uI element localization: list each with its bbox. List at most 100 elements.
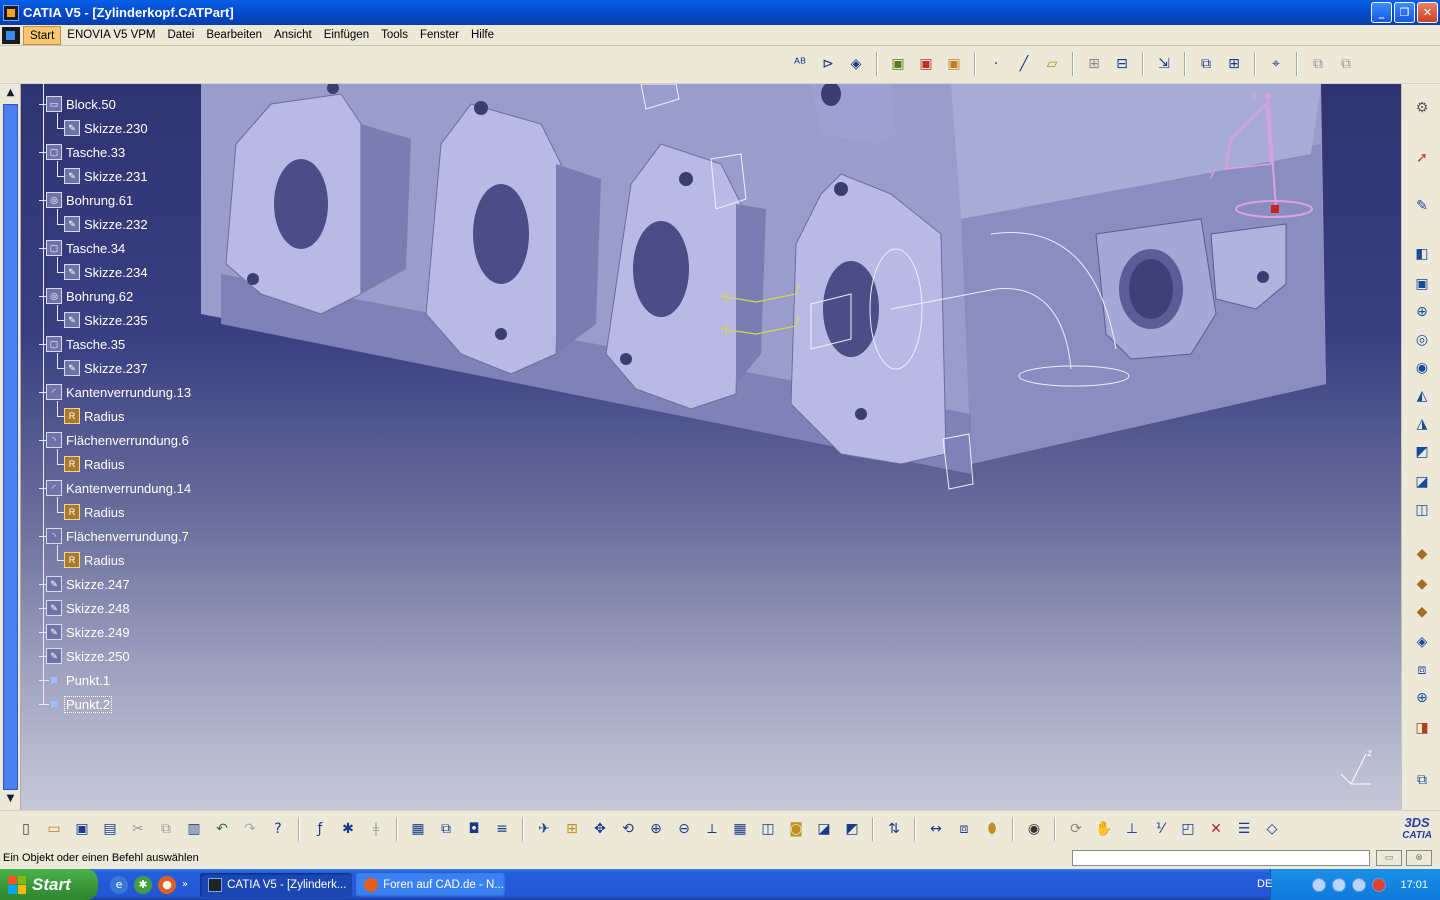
layers-icon[interactable]: ☰ <box>1232 817 1256 841</box>
tree-node[interactable]: Punkt.1 <box>46 669 111 691</box>
scale-icon[interactable]: ⅟ <box>1148 817 1172 841</box>
pad-icon[interactable]: ◧ <box>1410 242 1434 266</box>
fillet-icon[interactable]: ◪ <box>1410 470 1434 494</box>
tree-node[interactable]: ◝ Flächenverrundung.7 <box>46 525 190 547</box>
split-icon[interactable]: ◆ <box>1410 542 1434 566</box>
help-icon[interactable]: ? <box>266 817 290 841</box>
tree-node[interactable]: ✎ Skizze.249 <box>46 621 131 643</box>
undo-icon[interactable]: ↶ <box>210 817 234 841</box>
chamfer-icon[interactable]: ◫ <box>1410 498 1434 522</box>
minimize-button[interactable]: _ <box>1371 2 1392 23</box>
language-indicator[interactable]: DE <box>1257 878 1272 890</box>
graph-icon[interactable]: ⧉ <box>434 817 458 841</box>
catalog-edit-icon[interactable]: ▣ <box>942 52 966 76</box>
plane-icon[interactable]: ▱ <box>1040 52 1064 76</box>
tree-node[interactable]: ✎ Skizze.234 <box>64 261 149 283</box>
redo-icon[interactable]: ↷ <box>238 817 262 841</box>
tree-node[interactable]: R Radius <box>64 405 125 427</box>
formula-icon[interactable]: ƒ <box>308 817 332 841</box>
refresh-icon[interactable]: ⟳ <box>1064 817 1088 841</box>
tree-node[interactable]: ◎ Bohrung.61 <box>46 189 134 211</box>
apply-material-icon[interactable]: ◈ <box>844 52 868 76</box>
shaft-icon[interactable]: ⊕ <box>1410 300 1434 324</box>
menu-fenster[interactable]: Fenster <box>414 26 465 45</box>
tree-node[interactable]: ◝ Flächenverrundung.6 <box>46 429 190 451</box>
task-firefox[interactable]: Foren auf CAD.de - N... <box>356 872 507 897</box>
catalog-icon[interactable]: ▣ <box>914 52 938 76</box>
restore-button[interactable]: ❐ <box>1394 2 1415 23</box>
line-icon[interactable]: ╱ <box>1012 52 1036 76</box>
shading-icon[interactable]: ◙ <box>784 817 808 841</box>
capture-icon[interactable]: ◉ <box>1022 817 1046 841</box>
stiffener-icon[interactable]: ◩ <box>1410 440 1434 464</box>
rotate-icon[interactable]: ⟲ <box>616 817 640 841</box>
groove-icon[interactable]: ◎ <box>1410 328 1434 352</box>
display-mode-icon[interactable]: ◰ <box>1176 817 1200 841</box>
measure-between-icon[interactable]: ↔ <box>924 817 948 841</box>
normal-view-icon[interactable]: ⟂ <box>700 817 724 841</box>
update-icon[interactable]: ⇅ <box>882 817 906 841</box>
knowledge-icon[interactable]: ✱ <box>336 817 360 841</box>
tree-node[interactable]: ◜ Kantenverrundung.14 <box>46 477 192 499</box>
boolean-icon[interactable]: ◨ <box>1410 716 1434 740</box>
tree-node[interactable]: ✎ Skizze.235 <box>64 309 149 331</box>
scroll-down-icon[interactable]: ▼ <box>3 792 18 806</box>
network-icon[interactable] <box>1312 877 1327 892</box>
measure-item-icon[interactable]: ⧈ <box>952 817 976 841</box>
menu-datei[interactable]: Datei <box>162 26 201 45</box>
sketcher-icon[interactable]: ✎ <box>1410 194 1434 218</box>
task-catia[interactable]: CATIA V5 - [Zylinderk... <box>200 872 353 897</box>
scroll-thumb[interactable] <box>3 104 18 790</box>
text-annotation-icon[interactable]: ᴬᴮ <box>788 52 812 76</box>
properties-icon[interactable]: ◇ <box>1260 817 1284 841</box>
hole-icon[interactable]: ◉ <box>1410 356 1434 380</box>
select-arrow-icon[interactable]: ➚ <box>1410 146 1434 170</box>
menu-bearbeiten[interactable]: Bearbeiten <box>200 26 268 45</box>
thick-surface-icon[interactable]: ◆ <box>1410 572 1434 596</box>
command-button-icon[interactable]: ▭ <box>1376 850 1402 866</box>
close-button[interactable]: ✕ <box>1417 2 1438 23</box>
hide-show-icon[interactable]: ◪ <box>812 817 836 841</box>
tree-node[interactable]: ▭ Block.50 <box>46 93 117 115</box>
menu-hilfe[interactable]: Hilfe <box>465 26 500 45</box>
catia-start-icon[interactable] <box>2 26 20 44</box>
zoom-out-icon[interactable]: ⊖ <box>672 817 696 841</box>
tree-node[interactable]: ✎ Skizze.247 <box>46 573 131 595</box>
menu-enovia[interactable]: ENOVIA V5 VPM <box>61 26 161 45</box>
close-surface-icon[interactable]: ◆ <box>1410 600 1434 624</box>
command-input[interactable] <box>1072 850 1370 866</box>
tile-icon[interactable]: ⧉ <box>1306 52 1330 76</box>
flag-note-icon[interactable]: ⊳ <box>816 52 840 76</box>
save-icon[interactable]: ▣ <box>70 817 94 841</box>
swap-view-icon[interactable]: ◩ <box>840 817 864 841</box>
print-icon[interactable]: ▤ <box>98 817 122 841</box>
manipulate-icon[interactable]: ✋ <box>1092 817 1116 841</box>
cut-icon[interactable]: ✂ <box>126 817 150 841</box>
target-icon[interactable]: ⊕ <box>1410 686 1434 710</box>
stop-command-icon[interactable]: ⊗ <box>1406 850 1432 866</box>
open-file-icon[interactable]: ▭ <box>42 817 66 841</box>
fit-all-in-icon[interactable]: ⊞ <box>560 817 584 841</box>
axis-system-icon[interactable]: ⊥ <box>1120 817 1144 841</box>
menu-ansicht[interactable]: Ansicht <box>268 26 318 45</box>
catalog-browser-icon[interactable]: ▣ <box>886 52 910 76</box>
antivirus-icon[interactable] <box>1332 877 1347 892</box>
tree-scrollbar[interactable]: ▲ ▼ <box>0 84 21 810</box>
windows-start-button[interactable]: Start <box>0 869 98 900</box>
security-shield-icon[interactable] <box>1372 877 1387 892</box>
point-icon[interactable]: · <box>984 52 1008 76</box>
tree-node[interactable]: ▢ Tasche.34 <box>46 237 126 259</box>
tree-node[interactable]: R Radius <box>64 501 125 523</box>
copy-icon[interactable]: ⧉ <box>154 817 178 841</box>
grid-snap-icon[interactable]: ⊟ <box>1110 52 1134 76</box>
multi-view-icon[interactable]: ▦ <box>728 817 752 841</box>
cascade-icon[interactable]: ⧉ <box>1334 52 1358 76</box>
transformation-icon[interactable]: ⧈ <box>1410 658 1434 682</box>
volume-icon[interactable] <box>1352 877 1367 892</box>
tree-expand-icon[interactable]: ≡ <box>490 817 514 841</box>
tree-node[interactable]: ✎ Skizze.250 <box>46 645 131 667</box>
paste-icon[interactable]: ▥ <box>182 817 206 841</box>
tree-node[interactable]: ▢ Tasche.35 <box>46 333 126 355</box>
firefox-quicklaunch-icon[interactable]: ● <box>158 875 176 894</box>
settings-gear-icon[interactable]: ⚙ <box>1410 96 1434 120</box>
